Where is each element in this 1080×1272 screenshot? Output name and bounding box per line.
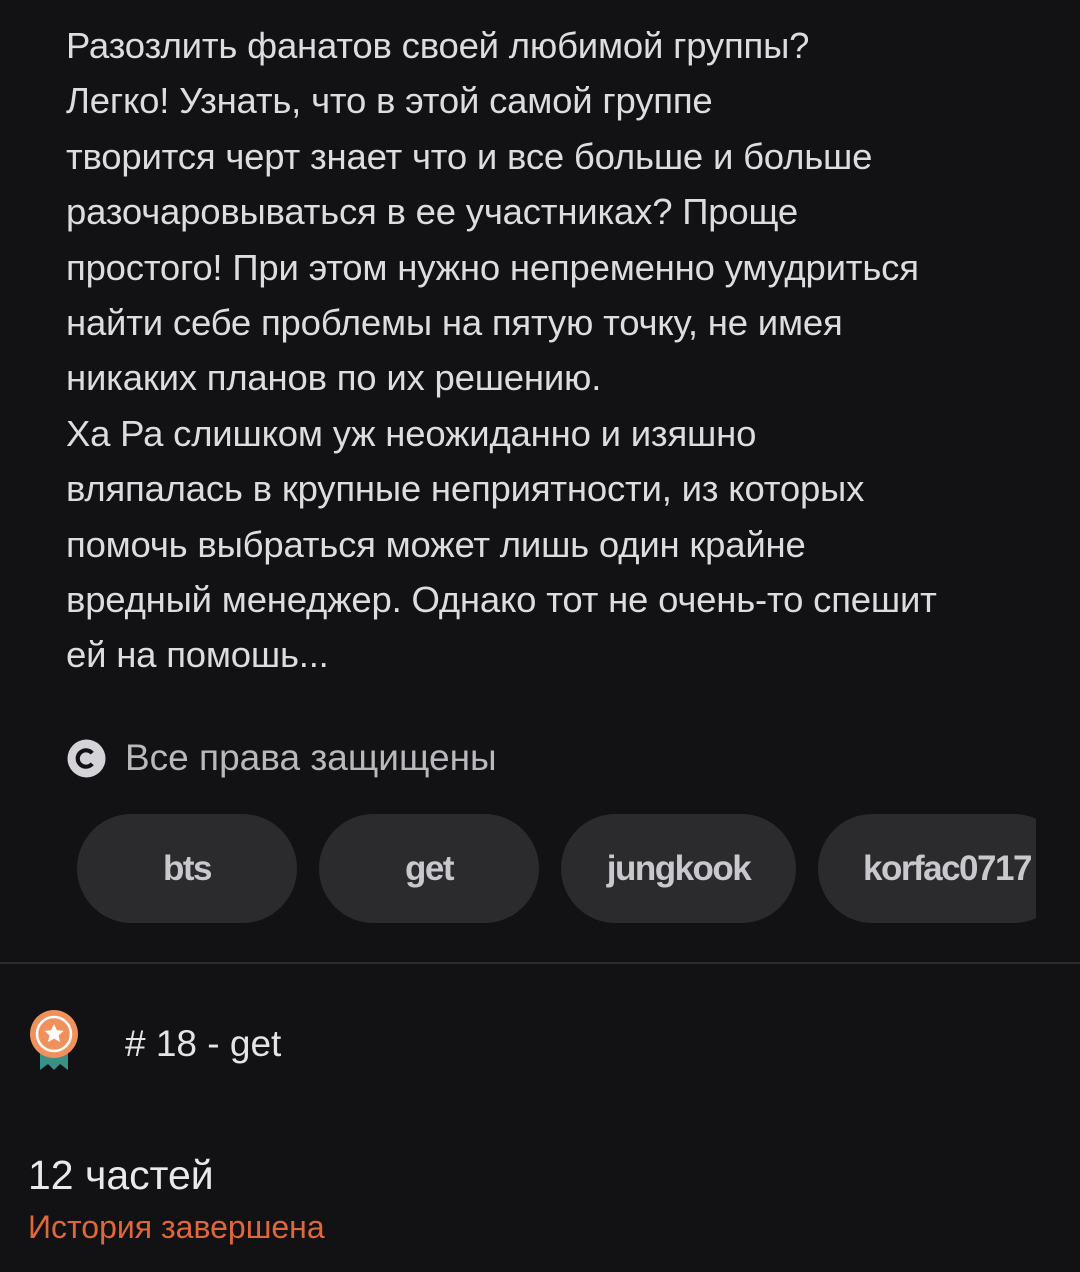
tag-get[interactable]: get (319, 814, 539, 923)
tag-label: bts (163, 848, 213, 888)
tag-bts[interactable]: bts (77, 814, 297, 923)
parts-count: 12 частей (28, 1152, 214, 1198)
description-paragraph-2: Ха Ра слишком уж неожиданно и изяшно вля… (66, 412, 937, 676)
tag-list: bts get jungkook korfac0717 (77, 814, 1036, 924)
tag-jungkook[interactable]: jungkook (561, 814, 796, 923)
section-divider (0, 962, 1080, 964)
copyright-label: Все права защищены (125, 737, 497, 778)
copyright-icon (66, 738, 107, 779)
rating-row[interactable]: # 18 - get (28, 1010, 281, 1074)
tag-label: korfac0717 (863, 848, 1032, 888)
tag-label: jungkook (606, 848, 752, 888)
copyright-notice: Все права защищены (66, 730, 497, 786)
tag-label: get (405, 848, 455, 888)
description-paragraph-1: Разозлить фанатов своей любимой группы? … (66, 25, 919, 399)
medal-icon (28, 1010, 80, 1074)
rating-text: # 18 - get (125, 1023, 282, 1064)
story-status: История завершена (28, 1209, 325, 1245)
tag-korfac0717[interactable]: korfac0717 (818, 814, 1036, 923)
story-description: Разозлить фанатов своей любимой группы? … (66, 18, 1026, 683)
